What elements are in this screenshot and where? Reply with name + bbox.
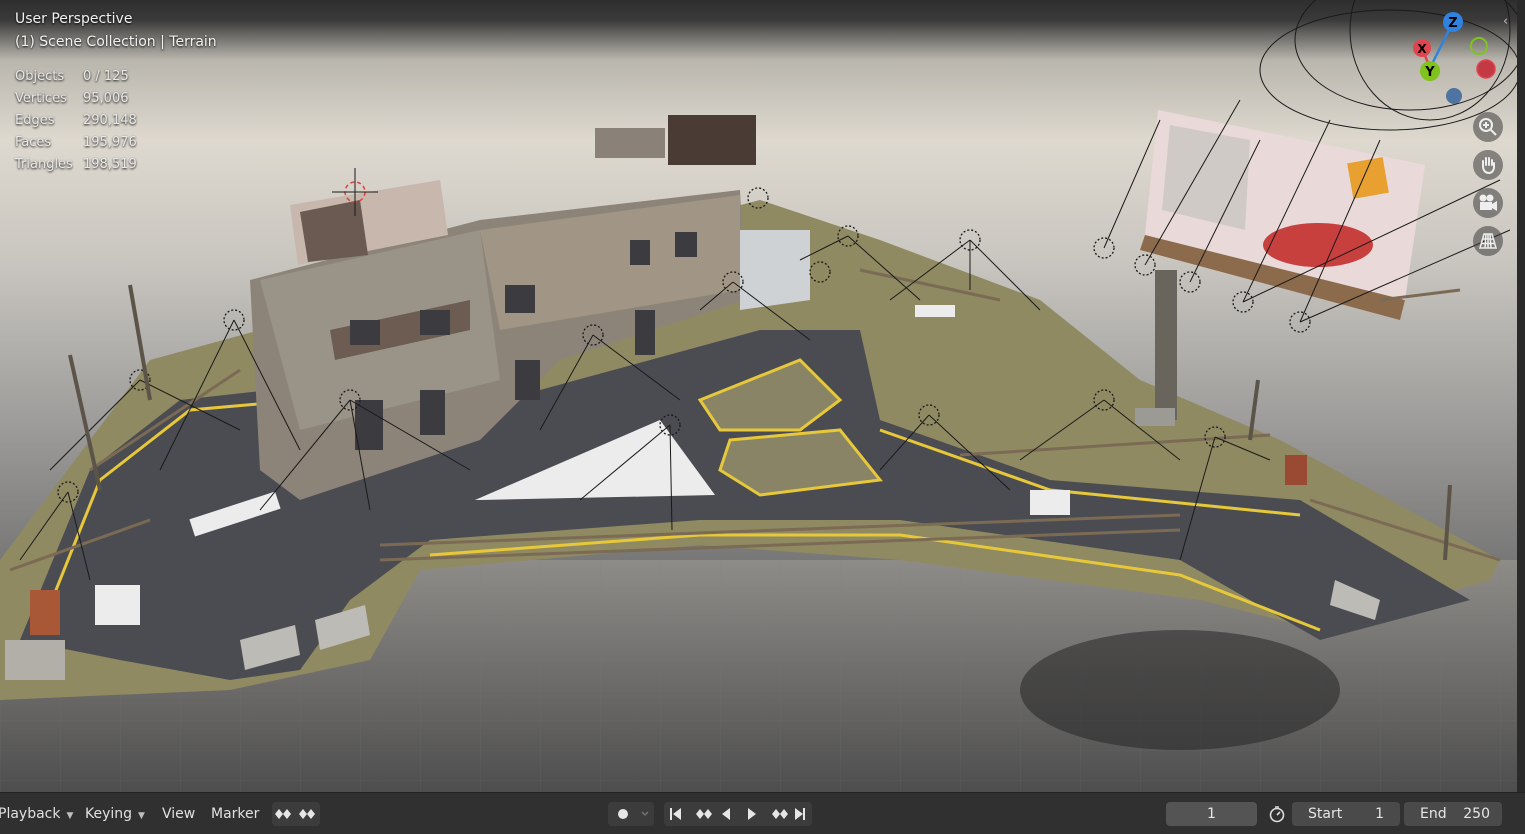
gizmo-z-label: Z bbox=[1448, 16, 1457, 31]
end-frame-field[interactable]: End 250 bbox=[1404, 802, 1502, 826]
scene-statistics: Objects 0 / 125 Vertices 95,006 Edges 290,1… bbox=[15, 66, 217, 176]
chevron-down-icon: ▼ bbox=[66, 811, 74, 821]
camera-icon[interactable] bbox=[1473, 188, 1503, 218]
end-value: 250 bbox=[1463, 806, 1490, 822]
collection-label: (1) Scene Collection | Terrain bbox=[15, 34, 217, 50]
jump-start-arrow-icon bbox=[673, 808, 681, 820]
timeline-header: Playback ▼ Keying ▼ View Marker 1 Start 1 … bbox=[0, 792, 1525, 834]
auto-keying-button[interactable] bbox=[608, 802, 654, 826]
record-icon bbox=[618, 809, 649, 819]
keyframe-diamonds-icon bbox=[275, 809, 315, 819]
stat-value: 195,976 bbox=[83, 135, 137, 150]
stat-row: Faces 195,976 bbox=[15, 132, 217, 154]
keyframe-toggle-button[interactable] bbox=[272, 802, 320, 826]
viewport-scrollbar[interactable] bbox=[1517, 0, 1525, 792]
menu-view-label: View bbox=[162, 806, 196, 822]
play-icon bbox=[748, 808, 756, 820]
stat-label: Edges bbox=[15, 113, 55, 128]
play-reverse-icon bbox=[722, 808, 730, 820]
gizmo-x-axis[interactable]: X bbox=[1413, 39, 1431, 57]
menu-keying-label: Keying bbox=[85, 806, 133, 822]
menu-playback-label: Playback bbox=[0, 806, 61, 822]
jump-end-icon bbox=[795, 808, 803, 820]
gizmo-neg-z[interactable] bbox=[1446, 88, 1462, 104]
gizmo-y-axis[interactable]: Y bbox=[1420, 61, 1440, 81]
start-label: Start bbox=[1308, 806, 1343, 822]
playback-controls bbox=[664, 802, 812, 826]
gizmo-x-label: X bbox=[1417, 42, 1427, 56]
stat-value: 95,006 bbox=[83, 91, 129, 106]
menu-marker[interactable]: Marker bbox=[211, 803, 259, 825]
ground-shadow bbox=[1020, 630, 1340, 750]
gizmo-neg-x[interactable] bbox=[1476, 59, 1496, 79]
menu-playback[interactable]: Playback ▼ bbox=[0, 803, 73, 825]
3d-viewport[interactable]: User Perspective (1) Scene Collection | … bbox=[0, 0, 1517, 792]
stat-row: Edges 290,148 bbox=[15, 110, 217, 132]
zoom-icon[interactable] bbox=[1473, 112, 1503, 142]
end-label: End bbox=[1420, 806, 1447, 822]
menu-view[interactable]: View bbox=[162, 803, 195, 825]
next-keyframe-icon bbox=[780, 809, 788, 819]
stat-label: Vertices bbox=[15, 91, 67, 106]
stat-value: 0 / 125 bbox=[83, 69, 129, 84]
playback-icons bbox=[670, 808, 805, 820]
start-value: 1 bbox=[1375, 806, 1384, 822]
stat-label: Objects bbox=[15, 69, 65, 84]
prev-keyframe-icon bbox=[704, 809, 712, 819]
gizmo-y-label: Y bbox=[1424, 65, 1435, 80]
stopwatch-icon[interactable] bbox=[1264, 802, 1290, 826]
gizmo-z-axis[interactable]: Z bbox=[1443, 12, 1463, 32]
stat-value: 198,519 bbox=[83, 157, 137, 172]
jump-start-icon bbox=[670, 808, 672, 820]
view-name: User Perspective bbox=[15, 11, 133, 27]
stat-label: Triangles bbox=[15, 157, 73, 172]
chevron-down-icon: ▼ bbox=[138, 811, 145, 821]
stat-row: Triangles 198,519 bbox=[15, 154, 217, 176]
menu-keying[interactable]: Keying ▼ bbox=[85, 803, 145, 825]
navigation-gizmo[interactable]: Z X Y bbox=[1405, 8, 1505, 108]
ortho-grid-icon[interactable] bbox=[1473, 226, 1503, 256]
scene-render[interactable] bbox=[0, 0, 1517, 792]
stat-label: Faces bbox=[15, 135, 52, 150]
billboard-right bbox=[1135, 110, 1425, 426]
gizmo-neg-y[interactable] bbox=[1470, 37, 1488, 55]
stat-row: Vertices 95,006 bbox=[15, 88, 217, 110]
start-frame-field[interactable]: Start 1 bbox=[1292, 802, 1400, 826]
pan-hand-icon[interactable] bbox=[1473, 150, 1503, 180]
stat-row: Objects 0 / 125 bbox=[15, 66, 217, 88]
sidebar-toggle-icon[interactable]: ‹ bbox=[1503, 14, 1517, 32]
menu-marker-label: Marker bbox=[211, 806, 260, 822]
stat-value: 290,148 bbox=[83, 113, 137, 128]
viewport-info: User Perspective (1) Scene Collection | … bbox=[15, 8, 217, 176]
current-frame-field[interactable]: 1 bbox=[1166, 802, 1257, 826]
